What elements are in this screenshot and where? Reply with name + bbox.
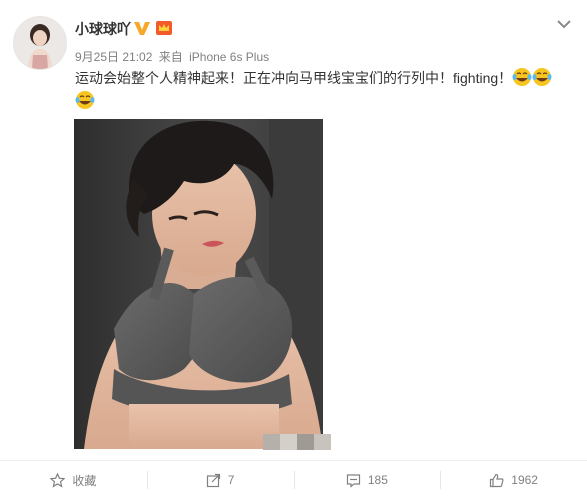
username[interactable]: 小球球吖 [75, 20, 131, 38]
source-prefix: 来自 [158, 50, 183, 64]
laugh-tears-icon [75, 91, 95, 109]
share-icon [206, 473, 220, 487]
post-source[interactable]: iPhone 6s Plus [189, 50, 269, 64]
post-body: 运动会始整个人精神起来！正在冲向马甲线宝宝们的行列中！fighting！ [75, 70, 513, 86]
post-timestamp[interactable]: 9月25日 21:02 [75, 50, 152, 64]
comment-button[interactable]: 185 [293, 461, 441, 499]
repost-button[interactable]: 7 [146, 461, 294, 499]
chevron-down-icon[interactable] [556, 18, 572, 30]
thumbs-up-icon [490, 473, 504, 487]
laugh-tears-icon [512, 68, 532, 86]
post-text: 运动会始整个人精神起来！正在冲向马甲线宝宝们的行列中！fighting！ [75, 67, 560, 89]
avatar-photo [14, 17, 66, 69]
like-button[interactable]: 1962 [440, 461, 587, 499]
favorite-button[interactable]: 收藏 [0, 461, 147, 499]
weibo-post-card: 小球球吖 9月25日 21:02 来自 iPhone 6s Plus 运动会始整… [0, 0, 587, 499]
post-photo[interactable] [74, 119, 323, 449]
user-avatar[interactable] [13, 16, 67, 70]
favorite-label: 收藏 [72, 473, 97, 488]
verified-v-icon[interactable] [133, 19, 151, 37]
post-meta: 9月25日 21:02 来自 iPhone 6s Plus [75, 49, 272, 65]
comment-count: 185 [367, 473, 388, 487]
star-icon [50, 472, 66, 488]
gym-selfie-image [74, 119, 323, 449]
like-count: 1962 [511, 473, 538, 487]
watermark-mosaic [263, 434, 331, 450]
member-crown-icon[interactable] [155, 20, 173, 36]
laugh-tears-icon [532, 68, 552, 86]
comment-icon [346, 473, 360, 488]
emoji-line [75, 90, 95, 112]
action-bar: 收藏 7 185 1962 [0, 460, 587, 499]
repost-count: 7 [227, 473, 235, 487]
